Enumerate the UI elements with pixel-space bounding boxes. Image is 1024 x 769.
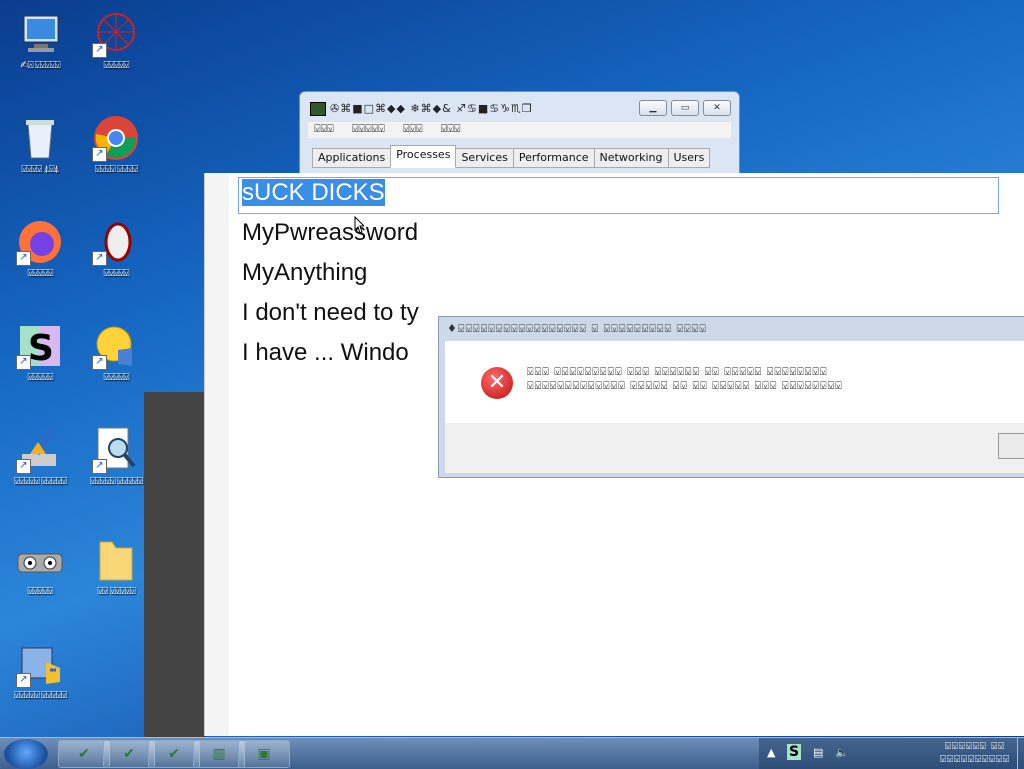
error-message: ⍌⍌⍌ ⍌⍌⍌⍌⍌⍌⍌⍌⍌ ⍌⍌⍌ ⍌⍌⍌⍌⍌⍌ ⍌⍌ ⍌⍌⍌⍌⍌ ⍌⍌⍌⍌⍌⍌…	[527, 365, 843, 393]
desktop-icon-search-document[interactable]: ↗ ⍌⍌⍌⍌⍌ ⍌⍌⍌⍌⍌	[78, 420, 154, 488]
app-icon: ✔	[78, 746, 90, 762]
minimize-button[interactable]: ▁	[639, 100, 667, 116]
chrome-icon: ↗	[92, 114, 140, 162]
desktop-icon-control-panel[interactable]: ↗ ⍌⍌⍌⍌⍌ ⍌⍌⍌⍌⍌	[2, 634, 78, 702]
background-window-edge	[144, 392, 206, 737]
task-manager-menubar: ⍌⍌⍌ ⍌⍌⍌⍌⍌ ⍌⍌⍌ ⍌⍌⍌	[308, 122, 731, 138]
volume-icon[interactable]: 🔈	[835, 746, 849, 759]
desktop-icon-chrome[interactable]: ↗ ⍌⍌⍌⍌ ⍌⍌⍌⍌	[78, 108, 154, 176]
shortcut-arrow-icon: ↗	[92, 459, 107, 474]
desktop-icon-cleaner[interactable]: ↗ ⍌⍌⍌⍌⍌ ⍌⍌⍌⍌⍌	[2, 420, 78, 488]
clock-date: ⍌⍌⍌⍌⍌⍌⍌⍌⍌⍌	[940, 754, 1010, 765]
computer-icon	[16, 10, 64, 58]
editor-line-3[interactable]: MyAnything	[242, 259, 367, 287]
red-web-icon: ↗	[92, 10, 140, 58]
tray-app-icon[interactable]: S	[787, 744, 802, 760]
desktop-icon-network-graphic[interactable]: ↗ ⍌⍌⍌⍌⍌	[78, 4, 154, 72]
shortcut-arrow-icon: ↗	[92, 147, 107, 162]
shortcut-arrow-icon: ↗	[92, 251, 107, 266]
task-manager-icon: ▣	[257, 746, 271, 762]
maximize-button[interactable]: ▭	[671, 100, 699, 116]
task-manager-title: ✇⌘■□⌘◆◆ ❄⌘◆& ♐♋■♋♑♏❒	[330, 102, 533, 115]
editor-gutter	[205, 173, 229, 736]
taskbar-button-task-manager[interactable]: ▣	[238, 740, 290, 768]
mouse-icon: ↗	[92, 218, 140, 266]
tab-performance[interactable]: Performance	[512, 148, 595, 168]
firefox-icon: ↗	[16, 218, 64, 266]
error-dialog-footer	[445, 423, 1024, 473]
error-message-line-2: ⍌⍌⍌⍌⍌⍌⍌⍌⍌⍌⍌⍌⍌ ⍌⍌⍌⍌⍌ ⍌⍌ ⍌⍌ ⍌⍌⍌⍌⍌ ⍌⍌⍌ ⍌⍌⍌⍌…	[527, 379, 843, 392]
desktop-icon-eyes-app[interactable]: ⍌⍌⍌⍌⍌	[2, 530, 78, 598]
error-message-line-1: ⍌⍌⍌ ⍌⍌⍌⍌⍌⍌⍌⍌⍌ ⍌⍌⍌ ⍌⍌⍌⍌⍌⍌ ⍌⍌ ⍌⍌⍌⍌⍌ ⍌⍌⍌⍌⍌⍌…	[527, 365, 828, 378]
shortcut-arrow-icon: ↗	[16, 673, 31, 688]
show-desktop-button[interactable]	[1017, 738, 1024, 769]
window-icon: ▥	[212, 746, 226, 762]
clock[interactable]: ⍌⍌⍌⍌⍌⍌ ⍌⍌ ⍌⍌⍌⍌⍌⍌⍌⍌⍌⍌	[940, 740, 1010, 766]
task-manager-window[interactable]: ✇⌘■□⌘◆◆ ❄⌘◆& ♐♋■♋♑♏❒ ▁ ▭ ✕ ⍌⍌⍌ ⍌⍌⍌⍌⍌ ⍌⍌⍌…	[299, 91, 740, 183]
task-manager-tabs: Applications Processes Services Performa…	[312, 145, 711, 171]
tray-expand-icon[interactable]: ▲	[767, 746, 775, 759]
start-button[interactable]	[4, 739, 48, 769]
editor-line-5[interactable]: I have ... Windo	[242, 339, 409, 367]
task-manager-titlebar[interactable]: ✇⌘■□⌘◆◆ ❄⌘◆& ♐♋■♋♑♏❒ ▁ ▭ ✕	[300, 92, 739, 124]
menu-options[interactable]: ⍌⍌⍌⍌⍌	[352, 122, 385, 138]
shortcut-arrow-icon: ↗	[16, 251, 31, 266]
emoji-face-icon: ↗	[92, 322, 140, 370]
s-app-icon: S ↗	[16, 322, 64, 370]
desktop: ✍⍓ ⍌⍌⍌⍌⍌ ↗ ⍌⍌⍌⍌⍌ ⍌⍌⍌⍌ ⍋⍌⍋ ↗ ⍌⍌⍌⍌ ⍌⍌⍌⍌ ↗ …	[0, 0, 160, 730]
mouse-pointer-icon	[354, 216, 364, 234]
shortcut-arrow-icon: ↗	[92, 355, 107, 370]
system-tray: ▲ S ▤ 🔈 ⍌⍌⍌⍌⍌⍌ ⍌⍌ ⍌⍌⍌⍌⍌⍌⍌⍌⍌⍌	[759, 738, 1024, 769]
task-manager-icon	[310, 102, 326, 116]
desktop-icon-firefox[interactable]: ↗ ⍌⍌⍌⍌⍌	[2, 212, 78, 280]
desktop-icon-recycle-bin[interactable]: ⍌⍌⍌⍌ ⍋⍌⍋	[2, 108, 78, 176]
editor-line-4[interactable]: I don't need to ty	[242, 299, 419, 327]
desktop-icon-mouse-tool[interactable]: ↗ ⍌⍌⍌⍌⍌	[78, 212, 154, 280]
desktop-icon-folder[interactable]: ⍌⍌ ⍌⍌⍌⍌⍌	[78, 530, 154, 598]
menu-view[interactable]: ⍌⍌⍌	[403, 122, 423, 138]
editor-line-2[interactable]: MyPwreassword	[242, 219, 418, 247]
desktop-icon-computer[interactable]: ✍⍓ ⍌⍌⍌⍌⍌	[2, 4, 78, 72]
error-dialog[interactable]: ♦⍌⍌⍌⍌⍌⍌⍌⍌⍌⍌⍌⍌⍌⍌⍌⍌⍌ ⍌ ⍌⍌⍌⍌⍌⍌⍌⍌⍌ ⍌⍌⍌⍌ ✕ ⍌⍌…	[438, 316, 1024, 478]
error-dialog-body: ✕ ⍌⍌⍌ ⍌⍌⍌⍌⍌⍌⍌⍌⍌ ⍌⍌⍌ ⍌⍌⍌⍌⍌⍌ ⍌⍌ ⍌⍌⍌⍌⍌ ⍌⍌⍌⍌…	[445, 341, 1024, 423]
tab-applications[interactable]: Applications	[312, 148, 392, 168]
control-panel-icon: ↗	[16, 640, 64, 688]
recycle-bin-icon	[16, 114, 64, 162]
tab-processes[interactable]: Processes	[390, 145, 457, 168]
app-icon: ✔	[168, 746, 180, 762]
tab-services[interactable]: Services	[455, 148, 514, 168]
clock-time: ⍌⍌⍌⍌⍌⍌ ⍌⍌	[944, 741, 1006, 752]
network-icon[interactable]: ▤	[813, 746, 823, 759]
app-icon: ✔	[123, 746, 135, 762]
selected-text[interactable]: sUCK DICKS	[242, 179, 385, 206]
desktop-icon-emoji-app[interactable]: ↗ ⍌⍌⍌⍌⍌	[78, 316, 154, 384]
error-dialog-title: ♦⍌⍌⍌⍌⍌⍌⍌⍌⍌⍌⍌⍌⍌⍌⍌⍌⍌ ⍌ ⍌⍌⍌⍌⍌⍌⍌⍌⍌ ⍌⍌⍌⍌	[447, 322, 707, 335]
svg-text:S: S	[28, 328, 54, 369]
menu-file[interactable]: ⍌⍌⍌	[314, 122, 334, 138]
tab-networking[interactable]: Networking	[593, 148, 669, 168]
close-button[interactable]: ✕	[703, 100, 731, 116]
editor-line-1[interactable]: sUCK DICKS	[242, 179, 385, 207]
tab-users[interactable]: Users	[667, 148, 711, 168]
ok-button[interactable]	[998, 433, 1024, 459]
taskbar: ✔ ✔ ✔ ▥ ▣ ▲ S ▤ 🔈 ⍌⍌⍌⍌⍌⍌ ⍌⍌ ⍌⍌⍌⍌⍌⍌⍌⍌⍌⍌	[0, 737, 1024, 769]
folder-icon	[92, 536, 140, 584]
broom-icon: ↗	[16, 426, 64, 474]
shortcut-arrow-icon: ↗	[16, 355, 31, 370]
shortcut-arrow-icon: ↗	[92, 43, 107, 58]
desktop-icon-s-app[interactable]: S ↗ ⍌⍌⍌⍌⍌	[2, 316, 78, 384]
menu-help[interactable]: ⍌⍌⍌	[441, 122, 461, 138]
magnifier-document-icon: ↗	[92, 426, 140, 474]
error-x-icon: ✕	[481, 367, 513, 399]
eyes-icon	[16, 536, 64, 584]
shortcut-arrow-icon: ↗	[16, 459, 31, 474]
